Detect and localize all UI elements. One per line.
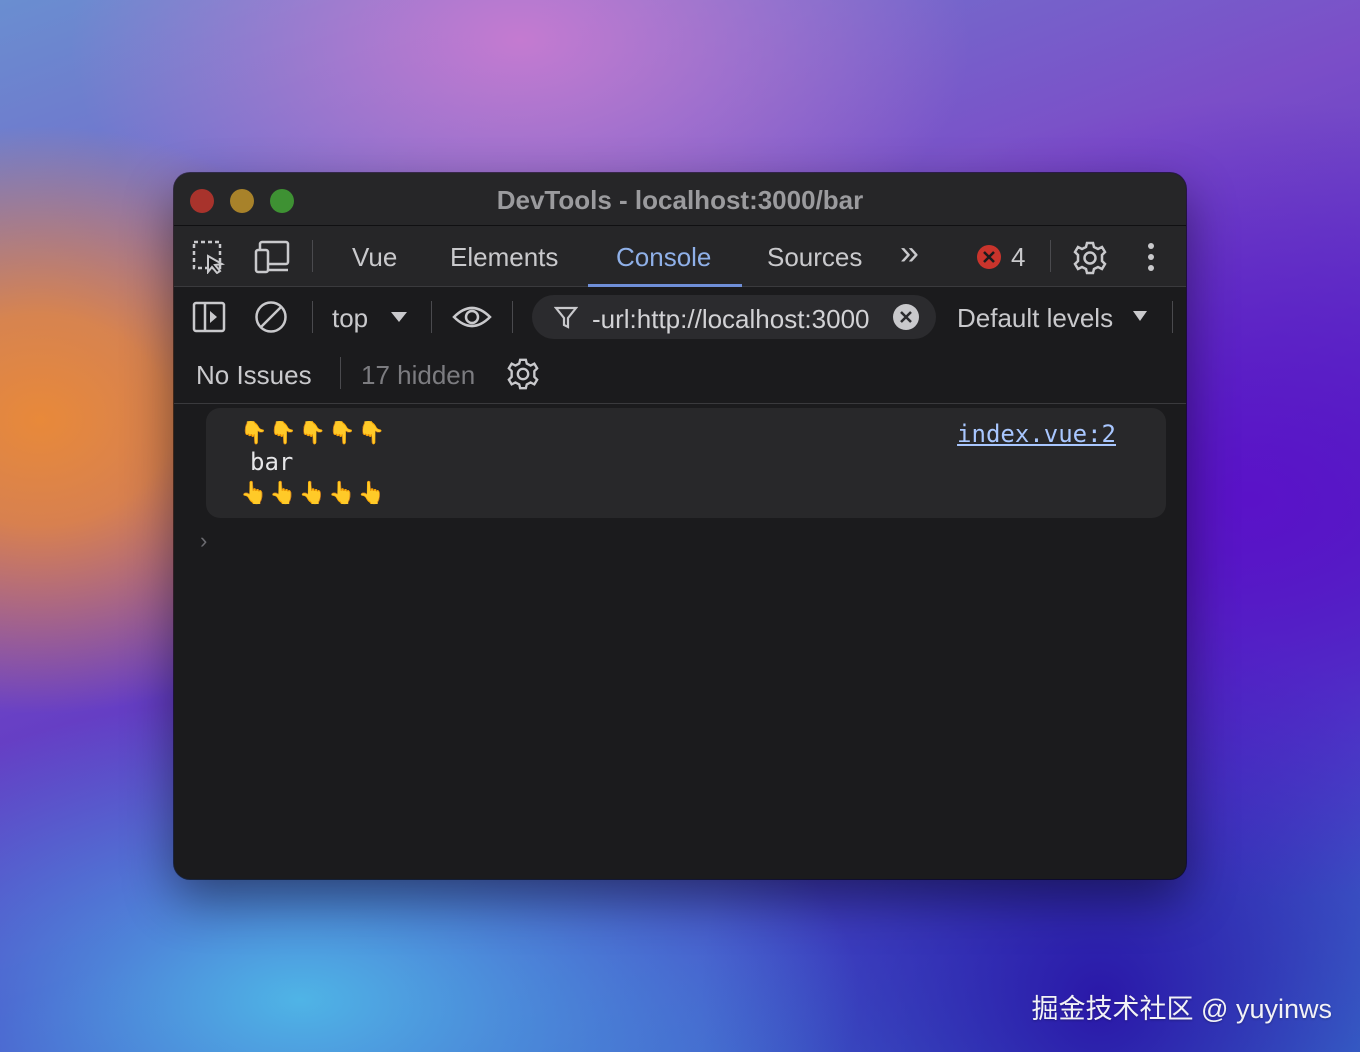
toolbar-separator [512,301,513,333]
context-dropdown-icon[interactable] [390,311,408,323]
error-icon[interactable] [976,244,1002,270]
toolbar-separator [340,357,341,389]
toolbar-separator [312,301,313,333]
tab-separator [1050,240,1051,272]
message-prefix: 👇👇👇👇👇 [240,420,387,445]
live-expression-eye-icon[interactable] [452,303,492,331]
toolbar-separator [431,301,432,333]
error-count[interactable]: 4 [1011,242,1025,273]
clear-filter-icon[interactable] [892,303,920,331]
watermark: 掘金技术社区 @ yuyinws [1031,994,1332,1024]
main-tab-bar: Vue Elements Console Sources » 4 [174,226,1186,287]
context-value: top [332,303,369,333]
more-options-icon[interactable] [1146,242,1156,272]
log-levels-select[interactable]: Default levels [957,303,1113,334]
hidden-count: 17 hidden [361,360,476,390]
window-title: DevTools - localhost:3000/bar [496,185,864,215]
inspect-element-icon[interactable] [192,240,226,274]
context-select[interactable]: top [332,303,368,334]
tab-vue[interactable]: Vue [352,242,397,273]
message-text: bar [250,448,294,476]
console-output: 👇👇👇👇👇 bar 👆👆👆👆👆 index.vue:2 › [174,404,1186,879]
tab-sources[interactable]: Sources [767,242,862,273]
console-settings-gear-icon[interactable] [506,357,540,391]
title-bar: DevTools - localhost:3000/bar [174,173,1186,226]
device-toolbar-icon[interactable] [254,240,290,274]
sidebar-toggle-icon[interactable] [192,301,226,333]
message-source-link[interactable]: index.vue:2 [957,420,1116,448]
toolbar-separator [1172,301,1173,333]
clear-console-icon[interactable] [254,300,288,334]
settings-gear-icon[interactable] [1072,240,1108,276]
issues-bar: No Issues 17 hidden [174,347,1186,404]
filter-funnel-icon [554,305,578,329]
filter-input[interactable]: -url:http://localhost:3000 [532,295,936,339]
tab-console[interactable]: Console [616,242,711,273]
log-levels-value: Default levels [957,303,1114,333]
console-toolbar: top -url:http://localhost:3000 Default l… [174,287,1186,347]
levels-dropdown-icon[interactable] [1132,310,1148,322]
tab-elements[interactable]: Elements [450,242,558,273]
devtools-window: DevTools - localhost:3000/bar Vue Elemen… [174,173,1186,879]
tab-separator [312,240,313,272]
message-suffix: 👆👆👆👆👆 [240,480,387,505]
more-tabs-icon[interactable]: » [900,234,919,273]
filter-value: -url:http://localhost:3000 [592,304,870,334]
issues-counter[interactable]: No Issues [196,360,312,391]
console-message: 👇👇👇👇👇 bar 👆👆👆👆👆 index.vue:2 [206,408,1166,518]
console-prompt-chevron-icon[interactable]: › [200,528,207,554]
